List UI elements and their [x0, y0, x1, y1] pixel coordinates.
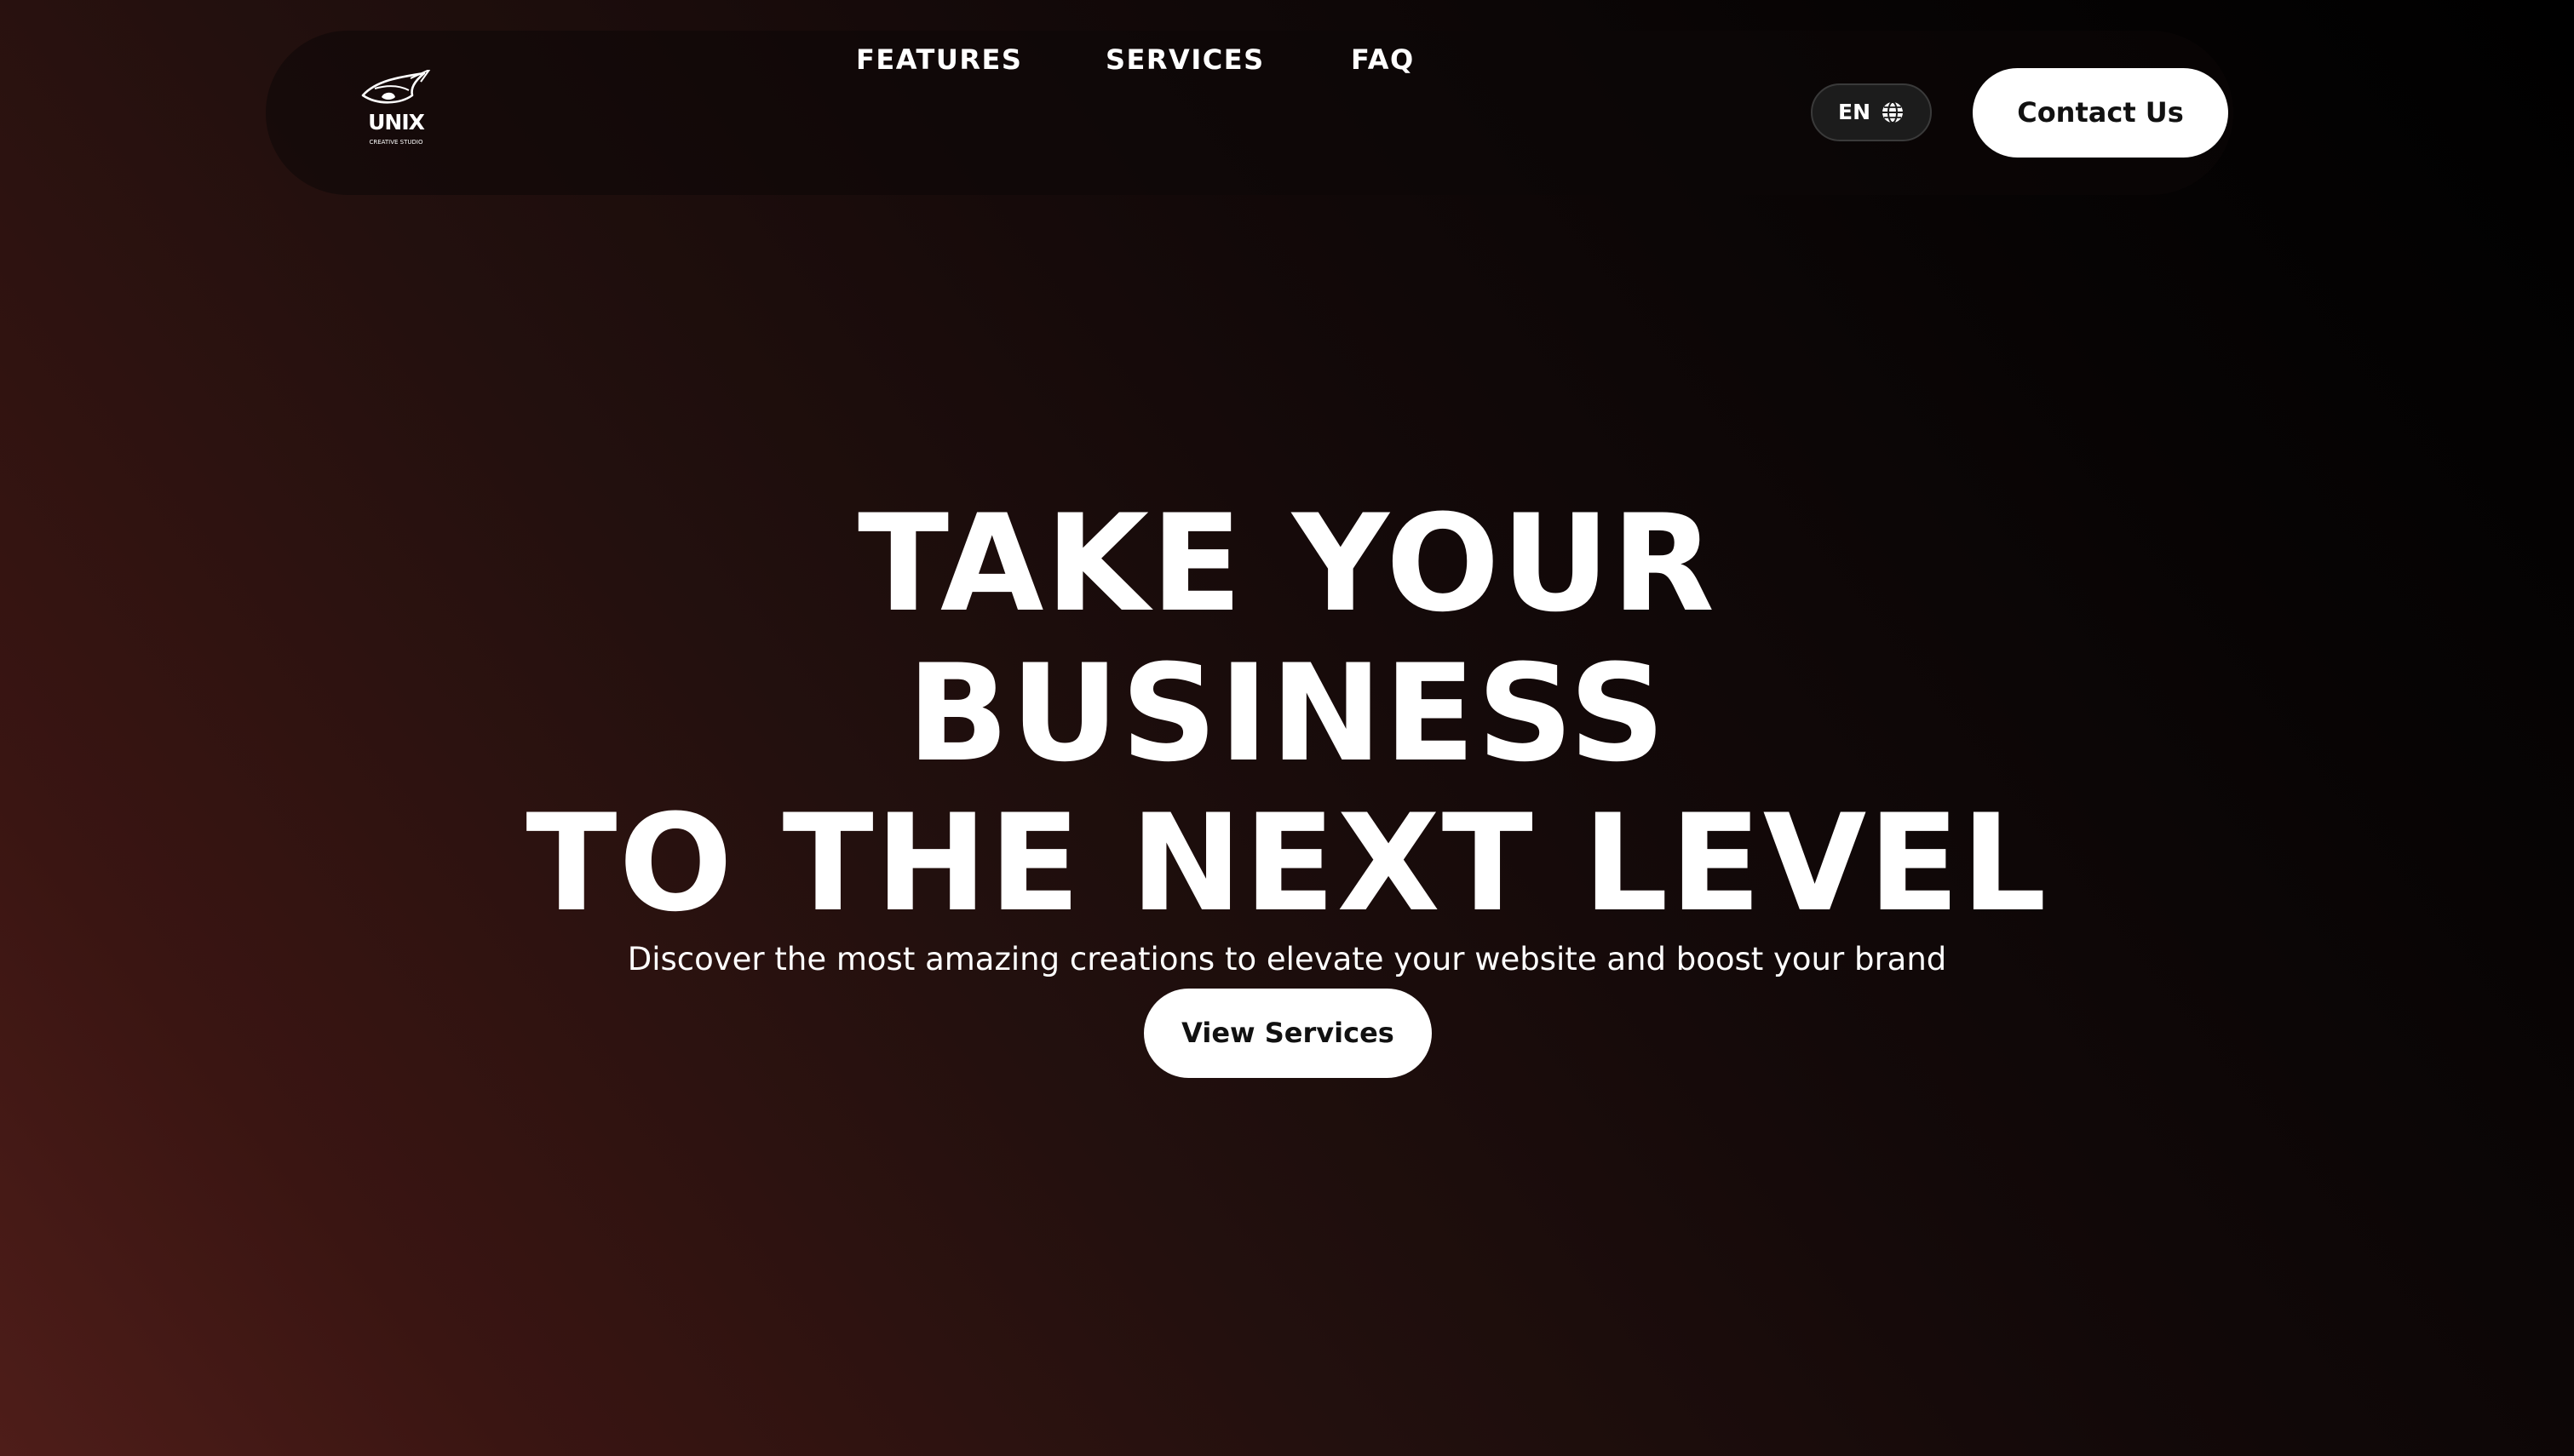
globe-icon	[1882, 101, 1903, 123]
nav-features[interactable]: FEATURES	[856, 0, 1022, 142]
contact-us-button[interactable]: Contact Us	[1973, 68, 2228, 158]
view-services-button[interactable]: View Services	[1144, 989, 1432, 1078]
hero-title-line-2: BUSINESS	[906, 636, 1668, 793]
language-label: EN	[1838, 100, 1871, 124]
hero-subtitle: Discover the most amazing creations to e…	[627, 941, 1947, 977]
language-switcher[interactable]: EN	[1811, 83, 1932, 141]
nav-services[interactable]: SERVICES	[1106, 0, 1265, 142]
hero-title-line-1: TAKE YOUR	[858, 486, 1716, 643]
hero-title: TAKE YOUR BUSINESS TO THE NEXT LEVEL	[0, 490, 2574, 939]
nav-faq[interactable]: FAQ	[1351, 0, 1415, 142]
logo[interactable]: UNIX CREATIVE STUDIO	[358, 70, 434, 152]
site-header: UNIX CREATIVE STUDIO FEATURES SERVICES F…	[266, 31, 2233, 195]
logo-wordmark: UNIX	[368, 110, 425, 135]
logo-tagline: CREATIVE STUDIO	[369, 139, 423, 146]
hero-title-line-3: TO THE NEXT LEVEL	[526, 786, 2048, 943]
